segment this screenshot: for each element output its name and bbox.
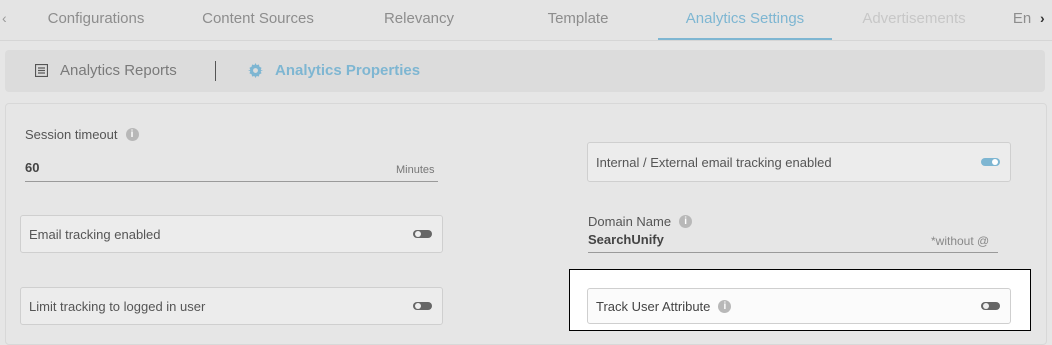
internal-external-tracking-box: Internal / External email tracking enabl…: [587, 142, 1011, 182]
subtab-analytics-properties[interactable]: Analytics Properties: [248, 62, 420, 79]
domain-name-label-text: Domain Name: [588, 214, 672, 229]
subtab-analytics-reports[interactable]: Analytics Reports: [35, 62, 177, 79]
info-icon[interactable]: i: [125, 128, 139, 141]
limit-tracking-box: Limit tracking to logged in user: [20, 287, 443, 325]
domain-name-label: Domain Name i: [588, 214, 693, 229]
tab-content-sources[interactable]: Content Sources: [196, 0, 320, 40]
info-icon[interactable]: i: [718, 299, 732, 313]
tab-truncated[interactable]: En: [1010, 0, 1034, 40]
session-timeout-label: Session timeout i: [25, 127, 139, 142]
session-timeout-label-text: Session timeout: [25, 127, 118, 142]
email-tracking-label: Email tracking enabled: [29, 226, 161, 242]
tab-analytics-settings[interactable]: Analytics Settings: [658, 0, 832, 40]
tab-configurations[interactable]: Configurations: [40, 0, 152, 40]
track-user-attribute-box: Track User Attribute i: [587, 288, 1011, 324]
internal-external-tracking-label: Internal / External email tracking enabl…: [596, 154, 832, 170]
track-user-attribute-toggle[interactable]: [981, 302, 1000, 310]
session-timeout-unit: Minutes: [396, 164, 435, 176]
info-icon[interactable]: i: [679, 215, 693, 228]
email-tracking-toggle[interactable]: [413, 230, 432, 238]
domain-name-hint: *without @: [931, 234, 990, 248]
subtab-divider: [215, 61, 216, 81]
gear-icon: [248, 63, 263, 78]
subtab-analytics-properties-label: Analytics Properties: [275, 62, 421, 79]
limit-tracking-toggle[interactable]: [413, 302, 432, 310]
top-tab-bar: ‹ Configurations Content Sources Relevan…: [0, 0, 1052, 41]
internal-external-tracking-toggle[interactable]: [981, 158, 1000, 166]
report-icon: [35, 64, 48, 77]
limit-tracking-label: Limit tracking to logged in user: [29, 298, 206, 314]
scroll-left-icon[interactable]: ‹: [2, 10, 7, 26]
scroll-right-icon[interactable]: ›: [1040, 10, 1045, 26]
subtab-analytics-reports-label: Analytics Reports: [60, 62, 177, 79]
domain-name-underline: [588, 252, 998, 253]
tab-advertisements[interactable]: Advertisements: [856, 0, 972, 40]
tab-relevancy[interactable]: Relevancy: [378, 0, 460, 40]
session-timeout-underline: [25, 181, 438, 182]
sub-tab-bar: Analytics Reports Analytics Properties: [5, 50, 1045, 92]
tab-template[interactable]: Template: [540, 0, 616, 40]
session-timeout-input[interactable]: 60: [25, 160, 39, 175]
track-user-attribute-label: Track User Attribute: [596, 298, 711, 314]
domain-name-input[interactable]: SearchUnify: [588, 232, 664, 247]
email-tracking-box: Email tracking enabled: [20, 215, 443, 253]
